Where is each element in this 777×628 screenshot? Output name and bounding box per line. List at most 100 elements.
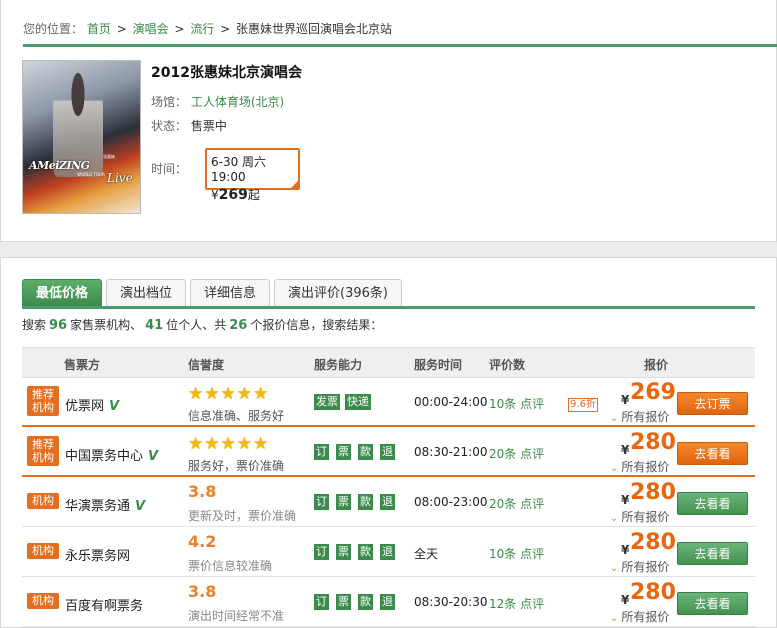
seller-name-link[interactable]: 永乐票务网	[65, 545, 130, 564]
tab-divider	[22, 306, 755, 309]
breadcrumb-pop-link[interactable]: 流行	[190, 22, 214, 36]
all-quotes-link[interactable]: ⌄ 所有报价	[610, 558, 669, 575]
currency-symbol: ¥	[211, 188, 219, 202]
reputation-score: 4.2	[188, 532, 217, 551]
quote-price: 280	[630, 530, 676, 555]
seller-name-link[interactable]: 百度有啊票务	[65, 595, 143, 614]
summary-text: 搜索	[22, 318, 47, 332]
table-row: 推荐 机构 优票网 V ★★★★★ 信息准确、服务好 发票 快递 00:00-24:…	[22, 378, 755, 427]
table-row: 机构 华演票务通 V 3.8 更新及时，票价准确 订 票 款 退 08:00-23…	[22, 478, 755, 527]
breadcrumb-separator: >	[174, 22, 185, 36]
rating-stars-icon: ★★★★★	[188, 434, 270, 454]
breadcrumb-concert-link[interactable]: 演唱会	[133, 22, 169, 36]
verified-icon: V	[109, 399, 120, 414]
service-order-icon: 订	[314, 544, 329, 560]
table-row: 机构 百度有啊票务 3.8 演出时间经常不准 订 票 款 退 08:30-20:…	[22, 578, 755, 627]
service-payment-icon: 款	[358, 594, 373, 610]
reputation-desc: 演出时间经常不准	[188, 609, 285, 623]
view-button[interactable]: 去看看	[677, 492, 748, 515]
reviews-link[interactable]: 20条 点评	[489, 445, 544, 462]
header-seller: 售票方	[64, 358, 101, 372]
header-service-time: 服务时间	[414, 358, 463, 372]
service-time: 08:30-21:00	[414, 445, 488, 459]
view-button[interactable]: 去看看	[677, 442, 748, 465]
session-date: 6-30 周六 19:00	[211, 155, 267, 184]
reviews-link[interactable]: 10条 点评	[489, 545, 544, 562]
tab-price-levels[interactable]: 演出档位	[106, 279, 186, 307]
agency-badge: 机构	[27, 543, 59, 559]
session-option[interactable]: 6-30 周六 19:00 ¥269起	[205, 148, 300, 203]
seller-name-link[interactable]: 优票网 V	[65, 395, 119, 414]
all-quotes-link[interactable]: ⌄ 所有报价	[610, 408, 669, 425]
summary-text: 位个人、共	[166, 318, 227, 332]
reputation-score: 3.8	[188, 582, 217, 601]
venue-link[interactable]: 工人体育场(北京)	[191, 95, 284, 109]
service-ticket-icon: 票	[336, 544, 351, 560]
individual-count: 41	[145, 318, 164, 333]
seller-name: 永乐票务网	[65, 549, 131, 564]
currency-symbol: ¥	[621, 443, 630, 457]
service-order-icon: 订	[314, 494, 329, 510]
poster-artist-text: 张惠妹	[103, 154, 115, 159]
view-button[interactable]: 去看看	[677, 592, 748, 615]
time-label: 时间：	[151, 162, 188, 176]
service-time: 08:00-23:00	[414, 495, 488, 509]
service-time: 08:30-20:30	[414, 595, 488, 609]
badge-line: 机构	[32, 401, 54, 414]
breadcrumb-prefix: 您的位置：	[23, 22, 84, 36]
view-button[interactable]: 去看看	[677, 542, 748, 565]
all-quotes-link[interactable]: ⌄ 所有报价	[610, 458, 669, 475]
badge-line: 机构	[32, 451, 54, 464]
reviews-link[interactable]: 12条 点评	[489, 595, 544, 612]
breadcrumb-current: 张惠妹世界巡回演唱会北京站	[236, 22, 393, 36]
discount-badge: 9.6折	[568, 398, 598, 412]
service-refund-icon: 退	[380, 444, 395, 460]
verified-icon: V	[135, 499, 146, 514]
reviews-link[interactable]: 20条 点评	[489, 495, 544, 512]
reputation-desc: 信息准确、服务好	[188, 409, 285, 423]
all-quotes-label: 所有报价	[621, 610, 670, 624]
table-header: 售票方 信誉度 服务能力 服务时间 评价数 报价	[22, 347, 755, 378]
all-quotes-link[interactable]: ⌄ 所有报价	[610, 508, 669, 525]
currency-symbol: ¥	[621, 593, 630, 607]
seller-name-link[interactable]: 华演票务通 V	[65, 495, 145, 514]
quote-price: 269	[630, 380, 676, 405]
service-express-icon: 快递	[345, 394, 371, 410]
header-reputation: 信誉度	[188, 358, 225, 372]
event-poster[interactable]: 张惠妹 AMeiZING WORLD TOUR Live	[22, 60, 141, 214]
tab-details[interactable]: 详细信息	[190, 279, 270, 307]
status-label: 状态：	[151, 119, 188, 133]
service-payment-icon: 款	[358, 494, 373, 510]
table-row: 机构 永乐票务网 4.2 票价信息较准确 订 票 款 退 全天 10条 点评 ¥…	[22, 528, 755, 577]
tab-reviews[interactable]: 演出评价(396条)	[274, 279, 402, 307]
breadcrumb-home-link[interactable]: 首页	[87, 22, 111, 36]
chevron-down-icon: ⌄	[610, 613, 619, 624]
quote-price: 280	[630, 430, 676, 455]
breadcrumb: 您的位置： 首页 > 演唱会 > 流行 > 张惠妹世界巡回演唱会北京站	[23, 20, 777, 47]
seller-name: 华演票务通	[65, 499, 131, 514]
service-refund-icon: 退	[380, 544, 395, 560]
reputation-score: 3.8	[188, 482, 217, 501]
reviews-link[interactable]: 10条 点评	[489, 395, 544, 412]
seller-name: 中国票务中心	[65, 449, 144, 464]
quote-price: 280	[630, 580, 676, 605]
quote-price: 280	[630, 480, 676, 505]
service-order-icon: 订	[314, 594, 329, 610]
chevron-down-icon: ⌄	[610, 563, 619, 574]
seller-name: 百度有啊票务	[65, 599, 144, 614]
tab-lowest-price[interactable]: 最低价格	[22, 279, 102, 307]
event-panel: 您的位置： 首页 > 演唱会 > 流行 > 张惠妹世界巡回演唱会北京站 张惠妹 …	[0, 0, 777, 242]
book-ticket-button[interactable]: 去订票	[677, 392, 748, 415]
all-quotes-label: 所有报价	[621, 460, 670, 474]
table-row: 推荐 机构 中国票务中心 V ★★★★★ 服务好，票价准确 订 票 款 退 08:3…	[22, 428, 755, 477]
rating-stars-icon: ★★★★★	[188, 384, 270, 404]
service-refund-icon: 退	[380, 494, 395, 510]
service-ticket-icon: 票	[336, 444, 351, 460]
service-order-icon: 订	[314, 444, 329, 460]
badge-line: 推荐	[32, 388, 54, 401]
time-row: 时间：	[151, 160, 187, 177]
all-quotes-link[interactable]: ⌄ 所有报价	[610, 608, 669, 625]
event-title: 2012张惠妹北京演唱会	[151, 65, 302, 81]
seller-name-link[interactable]: 中国票务中心 V	[65, 445, 158, 464]
poster-logo: AMeiZING	[29, 159, 90, 172]
